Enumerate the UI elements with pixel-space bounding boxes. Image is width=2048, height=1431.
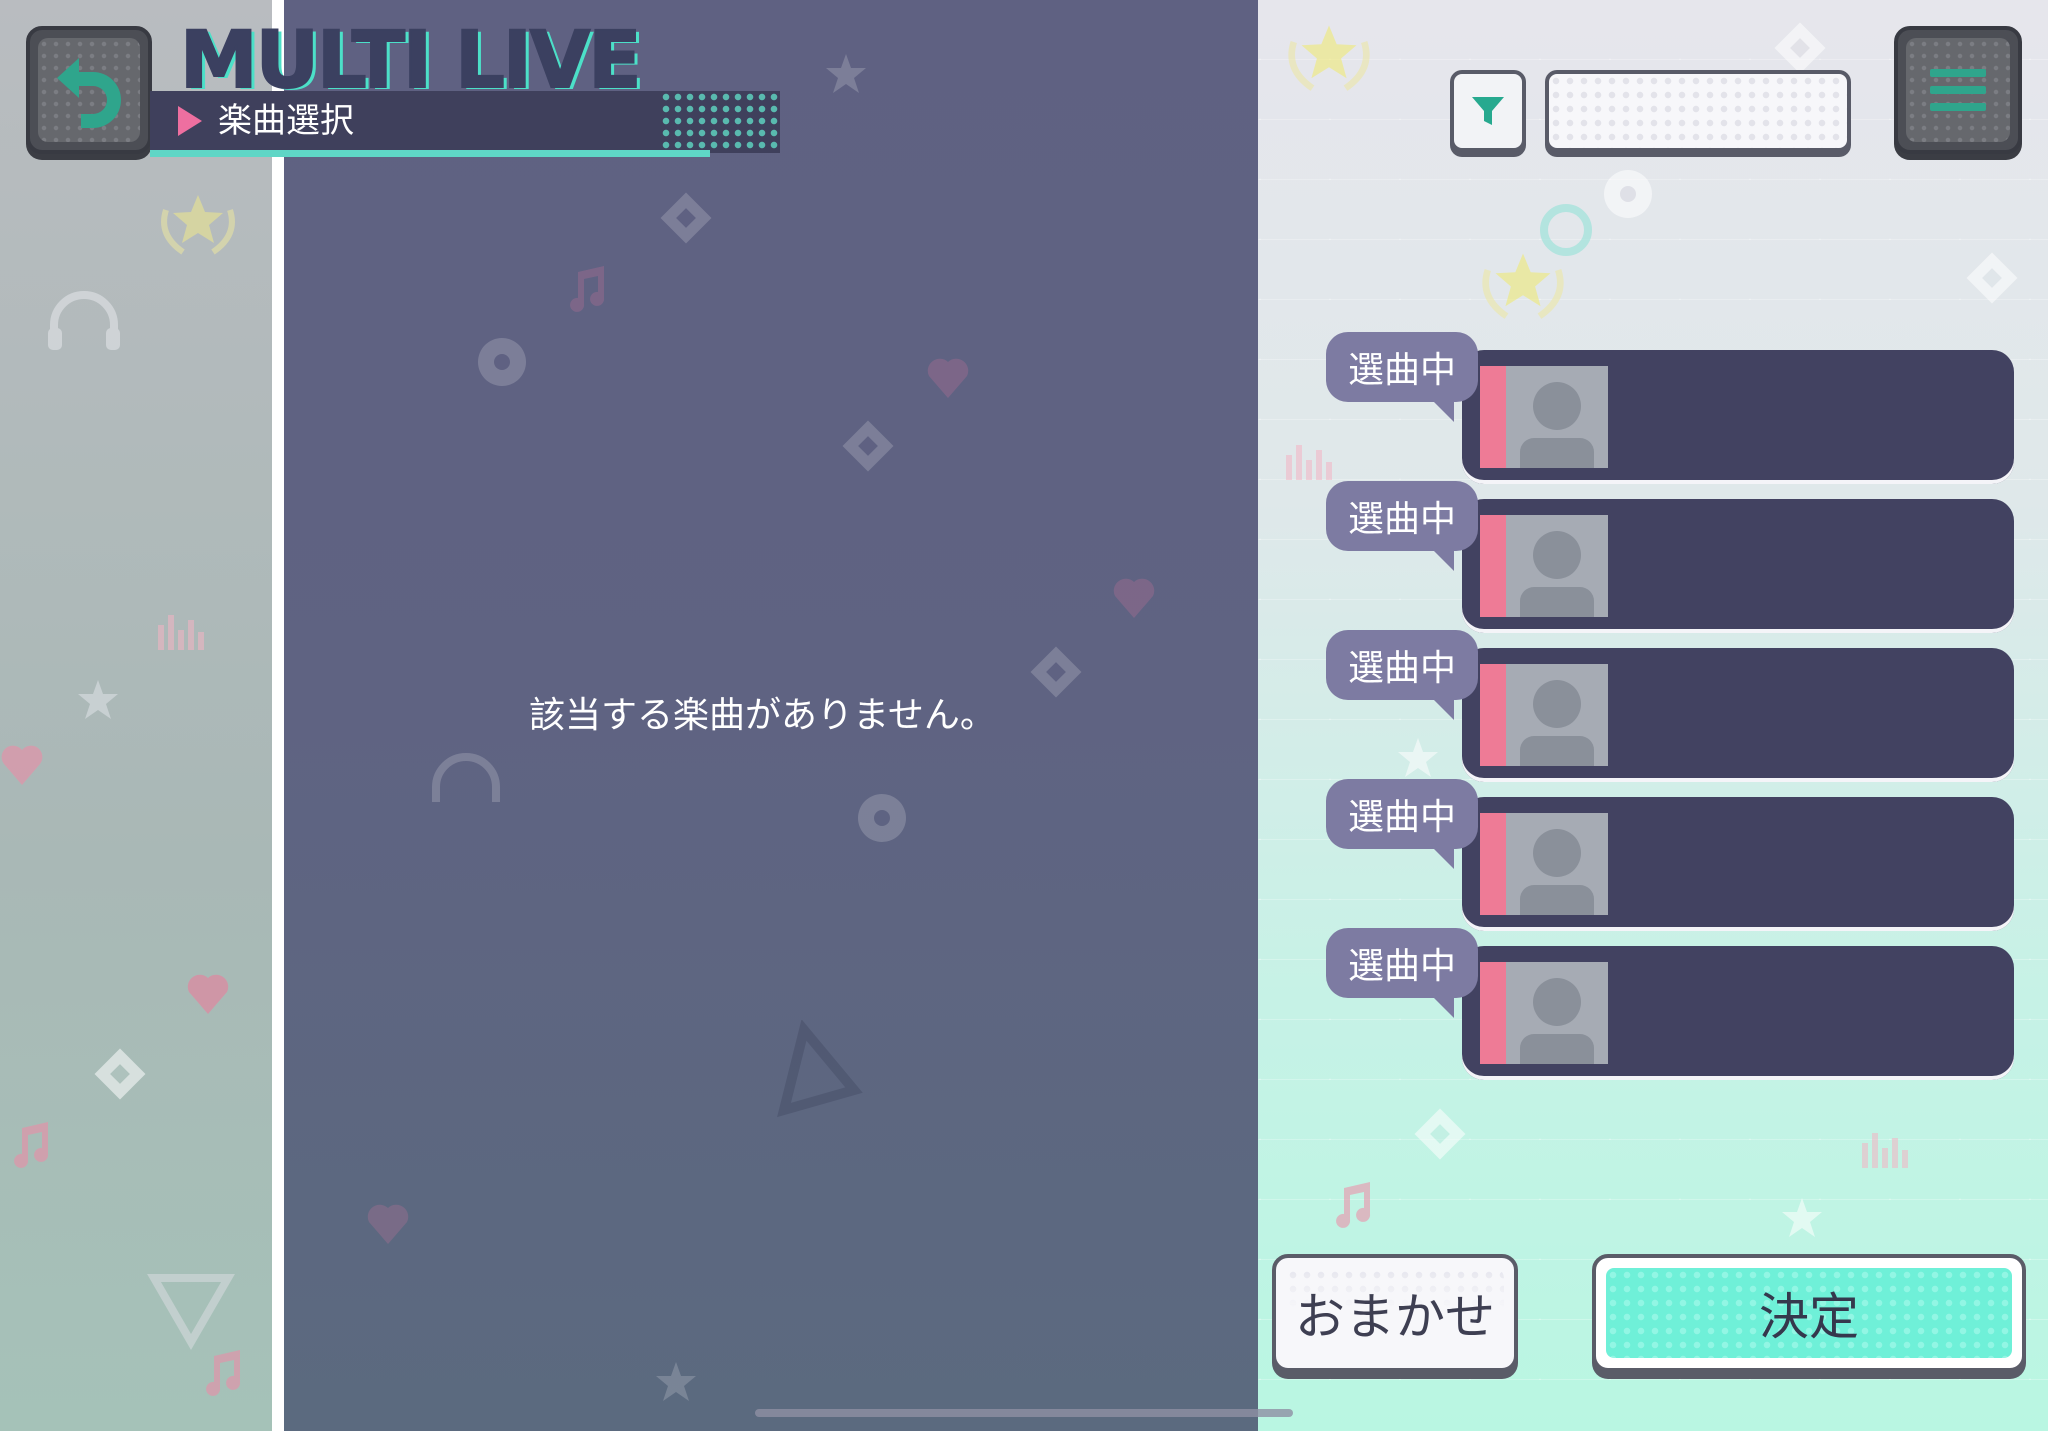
ring-icon xyxy=(1540,204,1592,256)
back-button[interactable] xyxy=(26,26,152,154)
player-card[interactable] xyxy=(1462,648,2014,782)
heart-icon xyxy=(1,745,43,785)
player-slot[interactable]: 選曲中 xyxy=(1326,630,2016,782)
music-note-icon xyxy=(1336,1182,1371,1228)
heart-icon xyxy=(367,1204,409,1244)
player-slot[interactable]: 選曲中 xyxy=(1326,928,2016,1080)
player-color-accent xyxy=(1480,366,1506,468)
diamond-icon xyxy=(1966,252,2018,304)
star-icon xyxy=(78,680,118,719)
star-icon xyxy=(656,1362,696,1401)
user-silhouette-icon xyxy=(1520,531,1594,617)
music-note-icon xyxy=(570,266,605,312)
decide-button-label: 決定 xyxy=(1759,1288,1859,1346)
diamond-icon xyxy=(660,192,712,244)
disc-icon xyxy=(1604,170,1652,218)
triangle-icon xyxy=(147,1274,235,1350)
selecting-status-badge: 選曲中 xyxy=(1326,779,1479,869)
diamond-icon xyxy=(1414,1108,1466,1160)
star-icon xyxy=(826,54,866,93)
filter-button[interactable] xyxy=(1450,70,1526,152)
selecting-status-badge: 選曲中 xyxy=(1326,630,1479,720)
music-note-icon xyxy=(206,1350,241,1396)
subtitle-arrow-icon xyxy=(178,106,202,136)
player-color-accent xyxy=(1480,813,1506,915)
disc-icon xyxy=(858,794,906,842)
star-icon xyxy=(1782,1198,1822,1237)
music-note-icon xyxy=(14,1122,49,1168)
avatar xyxy=(1506,366,1608,468)
avatar xyxy=(1506,664,1608,766)
heart-icon xyxy=(927,358,969,398)
avatar xyxy=(1506,962,1608,1064)
subtitle-underline xyxy=(150,150,710,157)
disc-icon xyxy=(478,338,526,386)
equalizer-icon xyxy=(1862,1133,1908,1168)
player-card[interactable] xyxy=(1462,499,2014,633)
avatar xyxy=(1506,515,1608,617)
equalizer-icon xyxy=(158,615,204,650)
diamond-icon xyxy=(842,420,894,472)
home-indicator[interactable] xyxy=(755,1409,1293,1417)
left-divider xyxy=(272,0,284,1431)
hamburger-menu-icon xyxy=(1930,60,1986,120)
user-silhouette-icon xyxy=(1520,680,1594,766)
decide-button[interactable]: 決定 xyxy=(1592,1254,2026,1372)
player-slot[interactable]: 選曲中 xyxy=(1326,332,2016,484)
user-silhouette-icon xyxy=(1520,829,1594,915)
laurel-star-icon xyxy=(161,195,235,255)
player-card[interactable] xyxy=(1462,350,2014,484)
heart-icon xyxy=(187,974,229,1014)
player-color-accent xyxy=(1480,962,1506,1064)
empty-song-message: 該当する楽曲がありません。 xyxy=(529,695,996,736)
diamond-icon xyxy=(94,1048,146,1100)
headphones-icon xyxy=(48,291,120,350)
headphones-icon xyxy=(432,753,500,802)
multi-live-logo: MULTI LIVE xyxy=(179,16,643,106)
play-triangle-icon xyxy=(777,1020,863,1118)
heart-icon xyxy=(1113,578,1155,618)
search-input[interactable] xyxy=(1545,70,1851,152)
selecting-status-badge: 選曲中 xyxy=(1326,928,1479,1018)
omakase-button[interactable]: おまかせ xyxy=(1272,1254,1518,1372)
back-arrow-icon xyxy=(57,58,121,128)
player-slot[interactable]: 選曲中 xyxy=(1326,481,2016,633)
filter-funnel-icon xyxy=(1472,97,1504,125)
omakase-button-label: おまかせ xyxy=(1295,1288,1495,1346)
menu-button[interactable] xyxy=(1894,26,2022,154)
selecting-status-badge: 選曲中 xyxy=(1326,481,1479,571)
user-silhouette-icon xyxy=(1520,382,1594,468)
player-color-accent xyxy=(1480,664,1506,766)
selecting-status-badge: 選曲中 xyxy=(1326,332,1479,422)
player-slot[interactable]: 選曲中 xyxy=(1326,779,2016,931)
avatar xyxy=(1506,813,1608,915)
page-subtitle: 楽曲選択 xyxy=(218,101,354,141)
player-color-accent xyxy=(1480,515,1506,617)
laurel-star-icon xyxy=(1288,25,1370,91)
user-silhouette-icon xyxy=(1520,978,1594,1064)
player-card[interactable] xyxy=(1462,797,2014,931)
player-card[interactable] xyxy=(1462,946,2014,1080)
